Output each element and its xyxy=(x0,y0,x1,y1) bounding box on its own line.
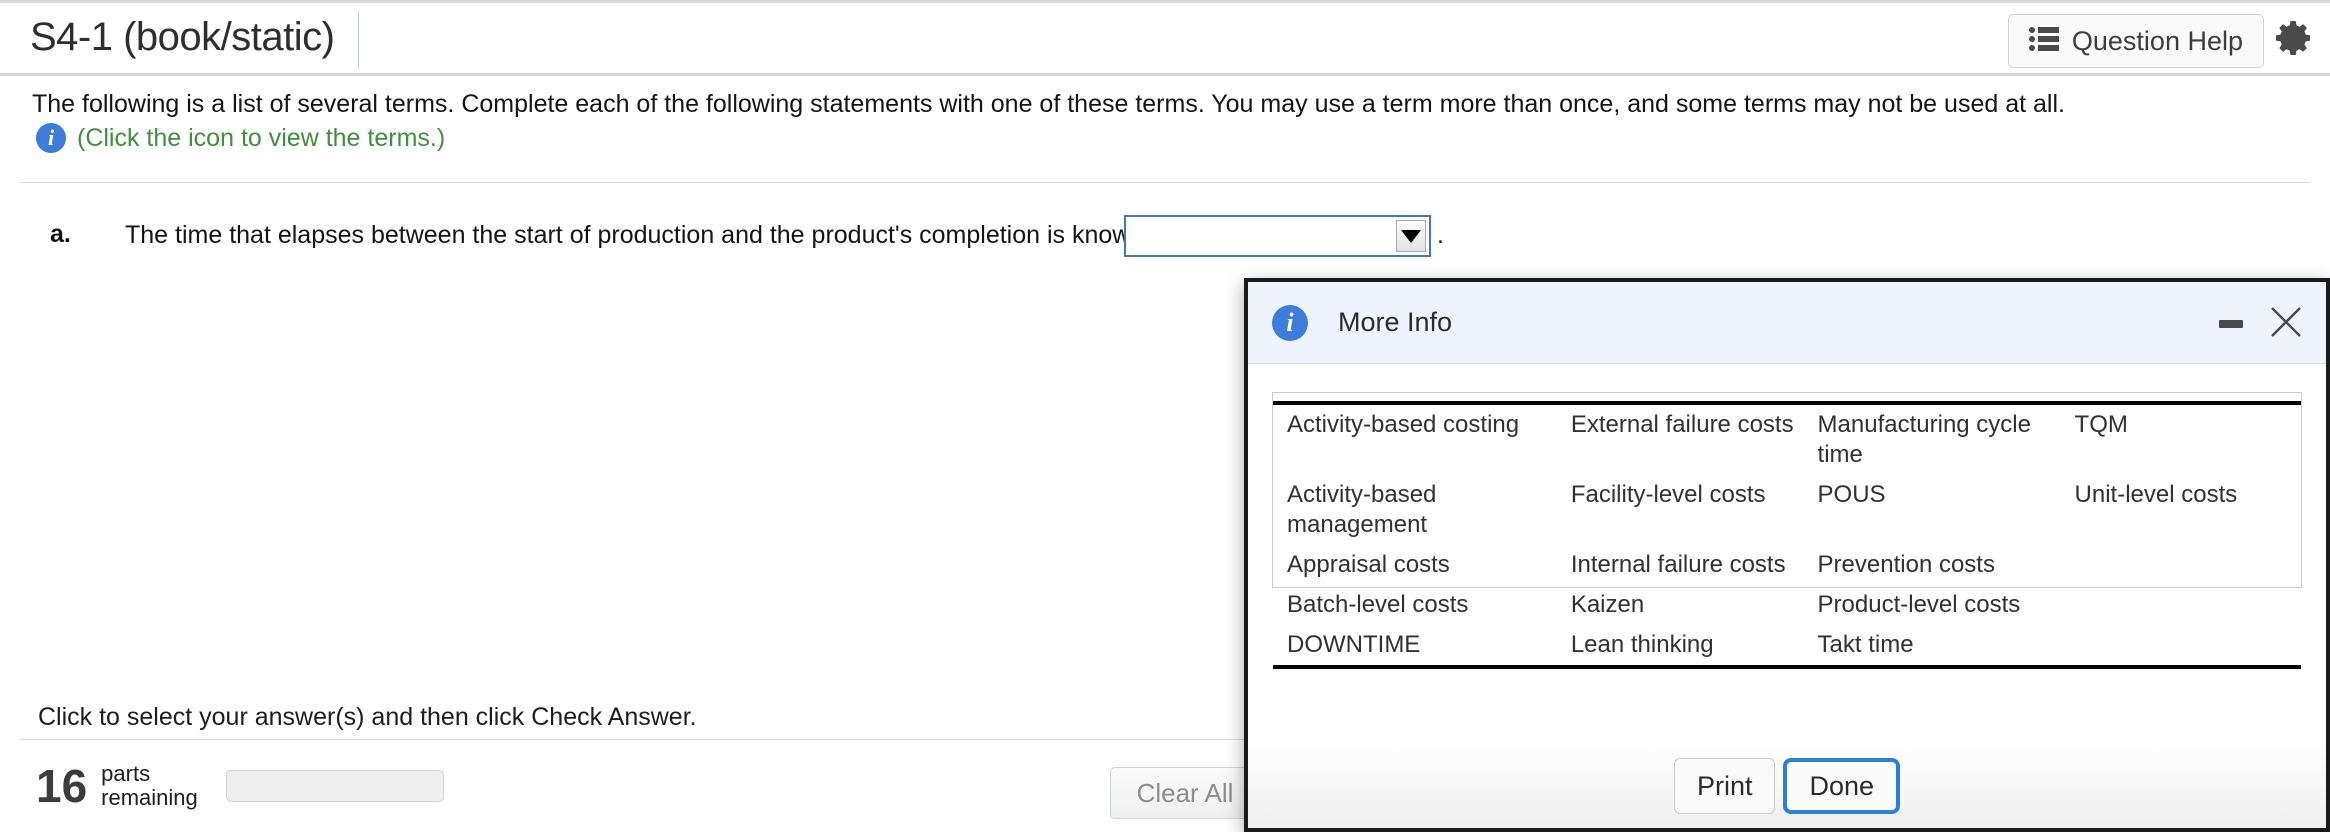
terms-table: Activity-based costingExternal failure c… xyxy=(1273,401,2301,669)
table-row: Activity-based managementFacility-level … xyxy=(1273,475,2301,545)
settings-button[interactable] xyxy=(2272,17,2318,63)
table-cell: DOWNTIME xyxy=(1273,625,1561,667)
question-help-label: Question Help xyxy=(2072,26,2243,57)
table-cell: Batch-level costs xyxy=(1273,585,1561,625)
terms-panel: Activity-based costingExternal failure c… xyxy=(1272,392,2302,588)
table-cell: Appraisal costs xyxy=(1273,545,1561,585)
table-cell: Manufacturing cycle time xyxy=(1808,403,2065,475)
done-button[interactable]: Done xyxy=(1783,758,1900,814)
table-cell: Activity-based management xyxy=(1273,475,1561,545)
table-cell: Kaizen xyxy=(1561,585,1808,625)
parts-remaining-count: 16 xyxy=(36,763,87,809)
section-divider xyxy=(20,182,2310,183)
minimize-icon[interactable] xyxy=(2214,310,2248,338)
dialog-title: More Info xyxy=(1338,307,1452,338)
question-part-text: The time that elapses between the start … xyxy=(125,221,1178,250)
table-cell: Product-level costs xyxy=(1808,585,2065,625)
table-row: Batch-level costsKaizenProduct-level cos… xyxy=(1273,585,2301,625)
table-row: DOWNTIMELean thinkingTakt time xyxy=(1273,625,2301,667)
info-circle-icon: i xyxy=(1272,305,1308,341)
question-period: . xyxy=(1437,221,1444,250)
print-button[interactable]: Print xyxy=(1674,758,1776,814)
table-cell xyxy=(2065,625,2301,667)
header-divider xyxy=(358,11,359,69)
footer-hint-text: Click to select your answer(s) and then … xyxy=(38,703,697,732)
question-part-letter: a. xyxy=(50,220,71,249)
table-cell: POUS xyxy=(1808,475,2065,545)
page-header: S4-1 (book/static) Question Help xyxy=(0,0,2330,76)
parts-label-line1: parts xyxy=(101,761,150,786)
parts-label-line2: remaining xyxy=(101,785,198,810)
clear-all-button[interactable]: Clear All xyxy=(1110,767,1260,819)
dialog-body: Activity-based costingExternal failure c… xyxy=(1248,364,2326,752)
table-row: Activity-based costingExternal failure c… xyxy=(1273,403,2301,475)
instructions-text: The following is a list of several terms… xyxy=(32,90,2065,119)
table-cell: Facility-level costs xyxy=(1561,475,1808,545)
question-page: S4-1 (book/static) Question Help xyxy=(0,0,2330,832)
table-cell: Takt time xyxy=(1808,625,2065,667)
triangle-down-icon[interactable] xyxy=(1396,220,1426,252)
table-cell: External failure costs xyxy=(1561,403,1808,475)
page-title: S4-1 (book/static) xyxy=(30,15,334,60)
parts-remaining-label: parts remaining xyxy=(101,762,198,810)
answer-dropdown[interactable] xyxy=(1124,215,1431,257)
table-row: Appraisal costsInternal failure costsPre… xyxy=(1273,545,2301,585)
dialog-header: i More Info xyxy=(1248,282,2326,364)
gear-icon xyxy=(2275,18,2315,63)
progress-bar xyxy=(226,770,444,802)
question-help-button[interactable]: Question Help xyxy=(2008,14,2264,68)
table-cell xyxy=(2065,585,2301,625)
table-cell: Unit-level costs xyxy=(2065,475,2301,545)
table-cell: Lean thinking xyxy=(1561,625,1808,667)
view-terms-row[interactable]: i (Click the icon to view the terms.) xyxy=(36,123,445,153)
close-x-icon[interactable] xyxy=(2264,300,2308,344)
table-cell: Activity-based costing xyxy=(1273,403,1561,475)
info-circle-icon[interactable]: i xyxy=(36,123,66,153)
table-cell: Internal failure costs xyxy=(1561,545,1808,585)
view-terms-link[interactable]: (Click the icon to view the terms.) xyxy=(77,124,445,153)
table-cell: Prevention costs xyxy=(1808,545,2065,585)
parts-remaining-group: 16 parts remaining xyxy=(36,762,444,810)
table-cell: TQM xyxy=(2065,403,2301,475)
table-cell xyxy=(2065,545,2301,585)
more-info-dialog: i More Info Activity-based costingExtern… xyxy=(1244,278,2330,832)
list-icon xyxy=(2029,26,2059,57)
dialog-footer: Print Done xyxy=(1248,744,2326,828)
